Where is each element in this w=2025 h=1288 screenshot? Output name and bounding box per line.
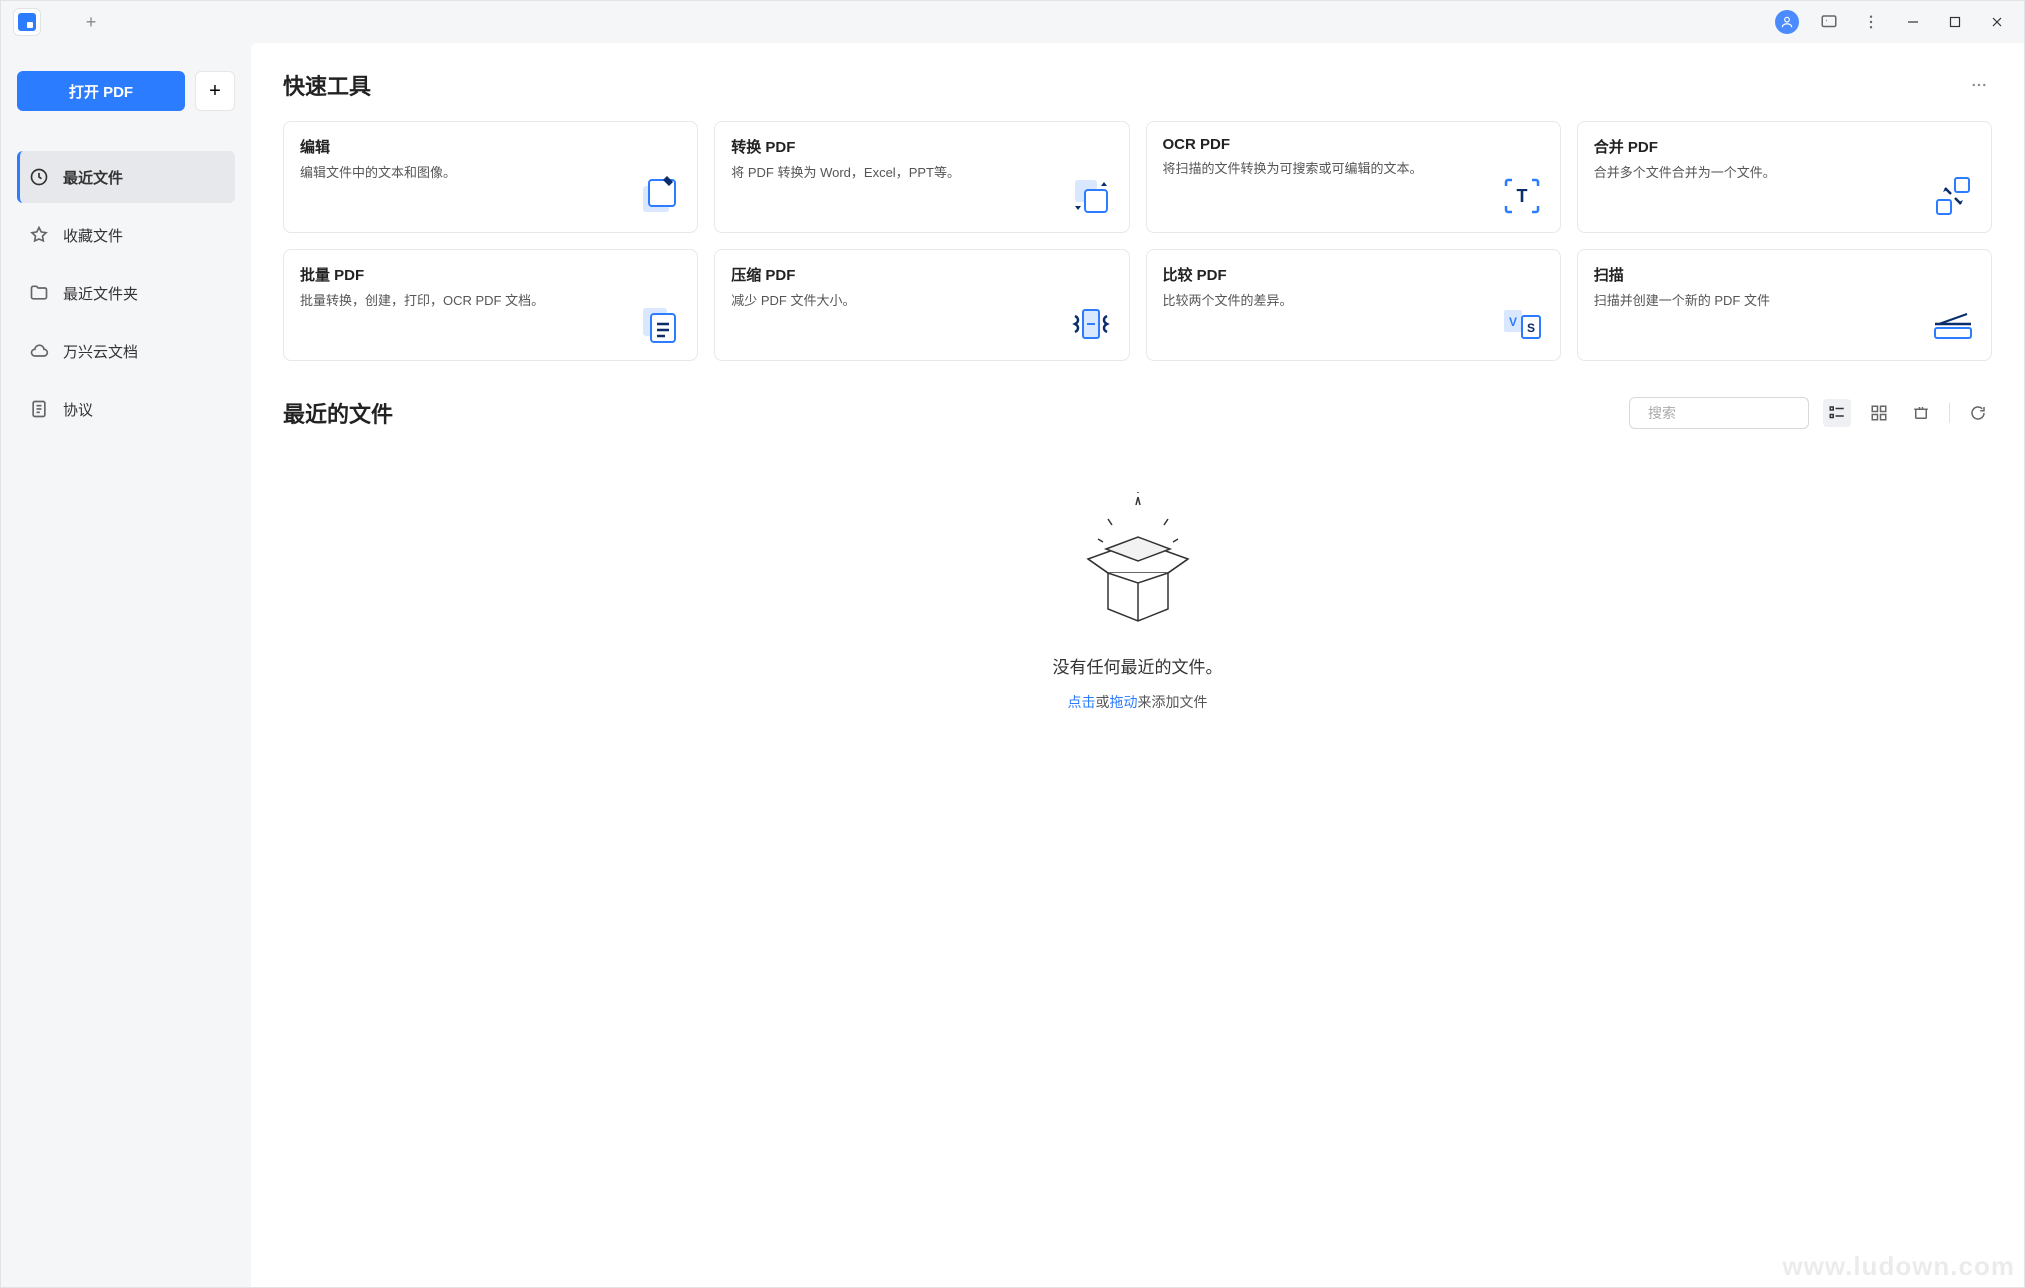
new-tab-button[interactable]: + (77, 8, 105, 36)
edit-icon (637, 174, 681, 218)
more-menu-button[interactable] (1852, 3, 1890, 41)
compare-icon: VS (1500, 302, 1544, 346)
tool-card-batch[interactable]: 批量 PDF 批量转换，创建，打印，OCR PDF 文档。 (283, 249, 698, 361)
sidebar-item-recent-files[interactable]: 最近文件 (17, 151, 235, 203)
feedback-button[interactable] (1810, 3, 1848, 41)
sidebar-item-label: 最近文件夹 (63, 283, 138, 304)
tool-card-compress[interactable]: 压缩 PDF 减少 PDF 文件大小。 (714, 249, 1129, 361)
view-grid-button[interactable] (1865, 399, 1893, 427)
card-title: OCR PDF (1163, 136, 1500, 153)
tool-card-merge[interactable]: 合并 PDF 合并多个文件合并为一个文件。 (1577, 121, 1992, 233)
account-button[interactable] (1768, 3, 1806, 41)
open-pdf-button[interactable]: 打开 PDF (17, 71, 185, 111)
sidebar-item-agreement[interactable]: 协议 (17, 383, 235, 435)
empty-box-icon (1058, 489, 1218, 629)
sidebar: 打开 PDF + 最近文件 收藏文件 最近文件夹 (1, 43, 251, 1287)
recent-files-title: 最近的文件 (283, 397, 393, 429)
card-title: 压缩 PDF (731, 264, 1068, 285)
sidebar-item-label: 最近文件 (63, 167, 123, 188)
sidebar-item-label: 收藏文件 (63, 225, 123, 246)
titlebar: + (1, 1, 2024, 43)
scan-icon (1931, 302, 1975, 346)
empty-title: 没有任何最近的文件。 (1053, 653, 1223, 678)
tool-card-ocr[interactable]: OCR PDF 将扫描的文件转换为可搜索或可编辑的文本。 T (1146, 121, 1561, 233)
sidebar-item-cloud[interactable]: 万兴云文档 (17, 325, 235, 377)
card-title: 编辑 (300, 136, 637, 157)
card-desc: 比较两个文件的差异。 (1163, 291, 1500, 311)
card-desc: 将 PDF 转换为 Word，Excel，PPT等。 (731, 163, 1068, 183)
view-pin-button[interactable] (1907, 399, 1935, 427)
svg-text:V: V (1509, 315, 1517, 329)
empty-subtitle: 点击或拖动来添加文件 (1068, 692, 1208, 712)
compress-icon (1069, 302, 1113, 346)
search-box[interactable] (1629, 397, 1809, 429)
tool-card-compare[interactable]: 比较 PDF 比较两个文件的差异。 VS (1146, 249, 1561, 361)
card-title: 合并 PDF (1594, 136, 1931, 157)
tool-card-convert[interactable]: 转换 PDF 将 PDF 转换为 Word，Excel，PPT等。 (714, 121, 1129, 233)
card-desc: 扫描并创建一个新的 PDF 文件 (1594, 291, 1931, 311)
card-desc: 批量转换，创建，打印，OCR PDF 文档。 (300, 291, 637, 311)
card-title: 转换 PDF (731, 136, 1068, 157)
merge-icon (1931, 174, 1975, 218)
user-avatar-icon (1775, 10, 1799, 34)
quick-tools-title: 快速工具 (283, 69, 371, 101)
card-desc: 减少 PDF 文件大小。 (731, 291, 1068, 311)
sidebar-item-label: 协议 (63, 399, 93, 420)
card-title: 扫描 (1594, 264, 1931, 285)
svg-text:S: S (1527, 321, 1535, 335)
new-file-button[interactable]: + (195, 71, 235, 111)
tool-card-edit[interactable]: 编辑 编辑文件中的文本和图像。 (283, 121, 698, 233)
tool-card-scan[interactable]: 扫描 扫描并创建一个新的 PDF 文件 (1577, 249, 1992, 361)
sidebar-item-label: 万兴云文档 (63, 341, 138, 362)
card-desc: 编辑文件中的文本和图像。 (300, 163, 637, 183)
convert-icon (1069, 174, 1113, 218)
sidebar-item-recent-folders[interactable]: 最近文件夹 (17, 267, 235, 319)
empty-drag-link[interactable]: 拖动 (1110, 694, 1138, 710)
svg-text:T: T (1516, 186, 1527, 206)
clock-icon (29, 167, 49, 187)
minimize-button[interactable] (1894, 3, 1932, 41)
card-title: 比较 PDF (1163, 264, 1500, 285)
view-list-button[interactable] (1823, 399, 1851, 427)
main-content: 快速工具 编辑 编辑文件中的文本和图像。 转换 (251, 43, 2024, 1287)
close-button[interactable] (1978, 3, 2016, 41)
ocr-icon: T (1500, 174, 1544, 218)
quick-tools-more-button[interactable] (1966, 72, 1992, 98)
refresh-button[interactable] (1964, 399, 1992, 427)
app-icon[interactable] (13, 8, 41, 36)
document-icon (29, 399, 49, 419)
empty-click-link[interactable]: 点击 (1068, 694, 1096, 710)
folder-icon (29, 283, 49, 303)
star-icon (29, 225, 49, 245)
sidebar-item-favorites[interactable]: 收藏文件 (17, 209, 235, 261)
divider (1949, 403, 1950, 423)
card-desc: 合并多个文件合并为一个文件。 (1594, 163, 1931, 183)
empty-state: 没有任何最近的文件。 点击或拖动来添加文件 (283, 449, 1992, 712)
batch-icon (637, 302, 681, 346)
cloud-icon (29, 341, 49, 361)
maximize-button[interactable] (1936, 3, 1974, 41)
search-input[interactable] (1648, 405, 1829, 421)
card-title: 批量 PDF (300, 264, 637, 285)
card-desc: 将扫描的文件转换为可搜索或可编辑的文本。 (1163, 159, 1500, 179)
